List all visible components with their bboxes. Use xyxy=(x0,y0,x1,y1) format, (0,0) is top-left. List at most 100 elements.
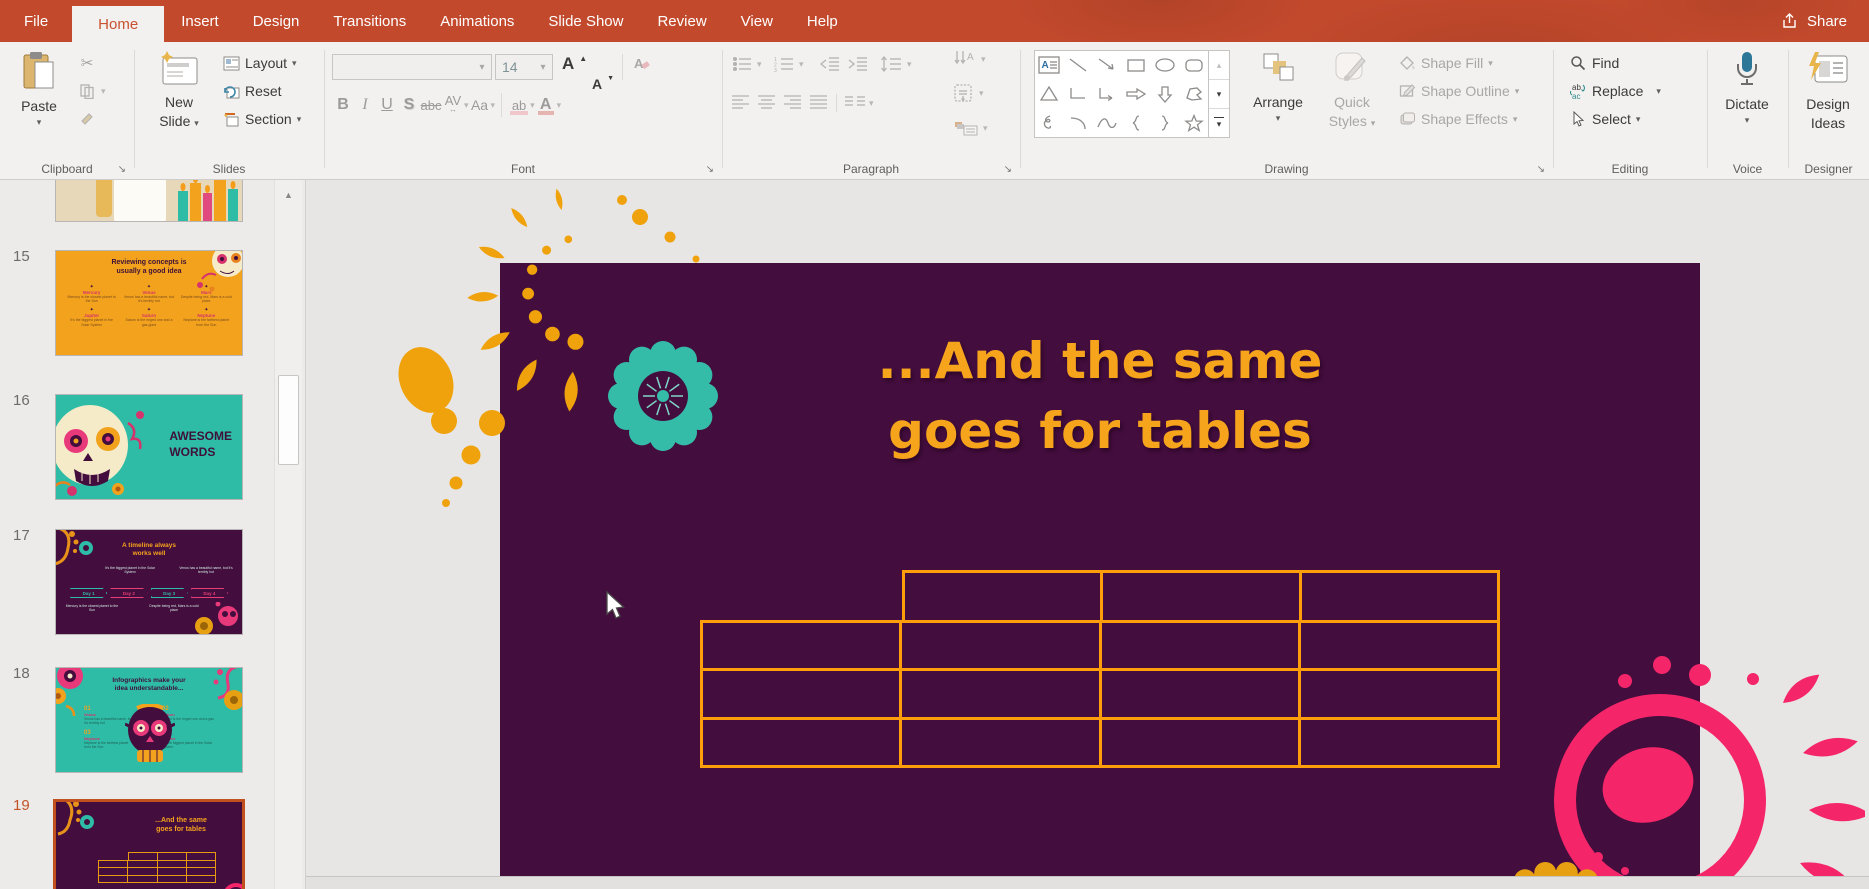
table-body-cell[interactable] xyxy=(1102,623,1298,668)
change-case-arrow[interactable]: ▾ xyxy=(491,100,496,111)
mini-table-cell[interactable] xyxy=(99,868,127,874)
shape-textbox[interactable]: A xyxy=(1035,51,1064,80)
tab-review[interactable]: Review xyxy=(640,0,723,42)
tab-insert[interactable]: Insert xyxy=(164,0,236,42)
mini-table-cell[interactable] xyxy=(187,876,215,882)
new-slide-button[interactable]: New Slide ▾ xyxy=(148,50,210,129)
font-name-dropdown-arrow[interactable]: ▾ xyxy=(473,62,491,73)
table-body-cell[interactable] xyxy=(1102,671,1298,716)
paste-dropdown-arrow[interactable]: ▾ xyxy=(37,117,42,128)
change-case-button[interactable]: Aa xyxy=(469,92,491,118)
format-painter-button[interactable] xyxy=(78,110,96,128)
copy-dropdown-arrow[interactable]: ▾ xyxy=(101,86,106,97)
shape-down-arrow[interactable] xyxy=(1150,80,1179,109)
shape-outline-button[interactable]: Shape Outline ▾ xyxy=(1398,82,1519,100)
shape-fill-button[interactable]: Shape Fill ▾ xyxy=(1398,54,1493,72)
font-size-dropdown-arrow[interactable]: ▾ xyxy=(534,62,552,73)
slide-thumbnail-15[interactable]: Reviewing concepts isusually a good idea… xyxy=(55,250,243,356)
table-body-cell[interactable] xyxy=(1301,720,1497,765)
table-body-cell[interactable] xyxy=(703,671,899,716)
share-button[interactable]: Share xyxy=(1780,0,1869,42)
mini-table-cell[interactable] xyxy=(158,868,186,874)
align-text-arrow[interactable]: ▾ xyxy=(979,88,984,99)
shape-freeform[interactable] xyxy=(1179,80,1208,109)
select-dropdown-arrow[interactable]: ▾ xyxy=(1636,114,1641,125)
font-color-arrow[interactable]: ▾ xyxy=(557,100,562,111)
dictate-dropdown-arrow[interactable]: ▾ xyxy=(1745,115,1750,126)
slide-thumbnail-16[interactable]: AWESOMEWORDS xyxy=(55,394,243,500)
bullets-arrow[interactable]: ▾ xyxy=(757,59,762,70)
tab-design[interactable]: Design xyxy=(236,0,317,42)
layout-button[interactable]: Layout ▾ xyxy=(222,54,297,72)
table-header-cell[interactable] xyxy=(905,573,1100,620)
quick-styles-button[interactable]: Quick Styles ▾ xyxy=(1320,50,1384,129)
shapes-more-button[interactable]: ▾ xyxy=(1209,108,1229,137)
paste-button[interactable]: Paste ▾ xyxy=(12,50,66,128)
table-body-cell[interactable] xyxy=(703,623,899,668)
font-name-combobox[interactable]: ▾ xyxy=(332,54,492,80)
tab-transitions[interactable]: Transitions xyxy=(316,0,423,42)
strikethrough-button[interactable]: abc xyxy=(420,92,442,118)
columns-button[interactable]: ▾ xyxy=(845,94,874,112)
select-button[interactable]: Select ▾ xyxy=(1569,110,1640,128)
shape-elbow-connector[interactable] xyxy=(1064,80,1093,109)
slide-thumbnail-17[interactable]: A timeline alwaysworks well Day 1Day 2Da… xyxy=(55,529,243,635)
table-header-cell[interactable] xyxy=(1302,573,1497,620)
shape-oval[interactable] xyxy=(1150,51,1179,80)
shape-effects-arrow[interactable]: ▾ xyxy=(1513,114,1518,125)
italic-button[interactable]: I xyxy=(354,92,376,118)
clear-formatting-button[interactable]: A xyxy=(632,54,650,72)
shape-scribble[interactable] xyxy=(1035,108,1064,137)
font-size-combobox[interactable]: 14 ▾ xyxy=(495,54,553,80)
line-spacing-arrow[interactable]: ▾ xyxy=(907,59,912,70)
copy-button[interactable]: ▾ xyxy=(78,82,106,100)
mini-table-cell[interactable] xyxy=(158,876,186,882)
shape-rectangle[interactable] xyxy=(1122,51,1151,80)
shape-effects-button[interactable]: Shape Effects ▾ xyxy=(1398,110,1517,128)
section-dropdown-arrow[interactable]: ▾ xyxy=(297,114,302,125)
section-button[interactable]: Section ▾ xyxy=(222,110,301,128)
tab-help[interactable]: Help xyxy=(790,0,855,42)
slide-thumbnail-19[interactable]: ...And the samegoes for tables xyxy=(53,799,245,889)
layout-dropdown-arrow[interactable]: ▾ xyxy=(292,58,297,69)
text-direction-arrow[interactable]: ▾ xyxy=(981,54,986,65)
numbering-arrow[interactable]: ▾ xyxy=(799,59,804,70)
highlight-color-button[interactable]: ab xyxy=(508,92,530,118)
mini-table-cell[interactable] xyxy=(99,876,127,882)
convert-smartart-button[interactable]: ▾ xyxy=(954,120,988,136)
table-body-cell[interactable] xyxy=(902,720,1098,765)
align-text-button[interactable]: ▾ xyxy=(954,84,984,102)
line-spacing-button[interactable]: ▾ xyxy=(880,56,912,72)
mini-table-cell[interactable] xyxy=(99,861,127,867)
text-direction-button[interactable]: A ▾ xyxy=(954,50,986,68)
shape-right-arrow[interactable] xyxy=(1122,80,1151,109)
reset-button[interactable]: Reset xyxy=(222,82,282,100)
arrange-button[interactable]: Arrange ▾ xyxy=(1246,50,1310,124)
underline-button[interactable]: U xyxy=(376,92,398,118)
align-right-button[interactable] xyxy=(784,94,802,110)
table-body-cell[interactable] xyxy=(1301,623,1497,668)
shape-arc[interactable] xyxy=(1064,108,1093,137)
mini-table-cell[interactable] xyxy=(158,861,186,867)
slide-table-header[interactable] xyxy=(902,570,1500,620)
thumbnail-scrollbar-thumb[interactable] xyxy=(278,375,299,465)
shape-right-brace[interactable] xyxy=(1150,108,1179,137)
mini-table-cell[interactable] xyxy=(129,853,157,860)
mini-table-cell[interactable] xyxy=(187,853,215,860)
shapes-scroll-up[interactable]: ▴ xyxy=(1209,51,1229,79)
table-body-cell[interactable] xyxy=(902,623,1098,668)
tab-view[interactable]: View xyxy=(724,0,790,42)
font-color-button[interactable]: A xyxy=(535,92,557,118)
table-body-cell[interactable] xyxy=(1301,671,1497,716)
replace-button[interactable]: abac Replace ▾ xyxy=(1569,82,1661,100)
slide-table-body[interactable] xyxy=(700,620,1500,768)
slide-thumbnail-14-partial[interactable] xyxy=(55,180,243,222)
align-left-button[interactable] xyxy=(732,94,750,110)
slide-title[interactable]: ...And the same goes for tables xyxy=(830,326,1370,466)
mini-table-cell[interactable] xyxy=(158,853,186,860)
character-spacing-button[interactable]: AV↔ xyxy=(442,92,464,118)
tab-animations[interactable]: Animations xyxy=(423,0,531,42)
tab-file[interactable]: File xyxy=(0,0,72,42)
shape-arrow[interactable] xyxy=(1093,51,1122,80)
tab-home[interactable]: Home xyxy=(72,6,164,42)
